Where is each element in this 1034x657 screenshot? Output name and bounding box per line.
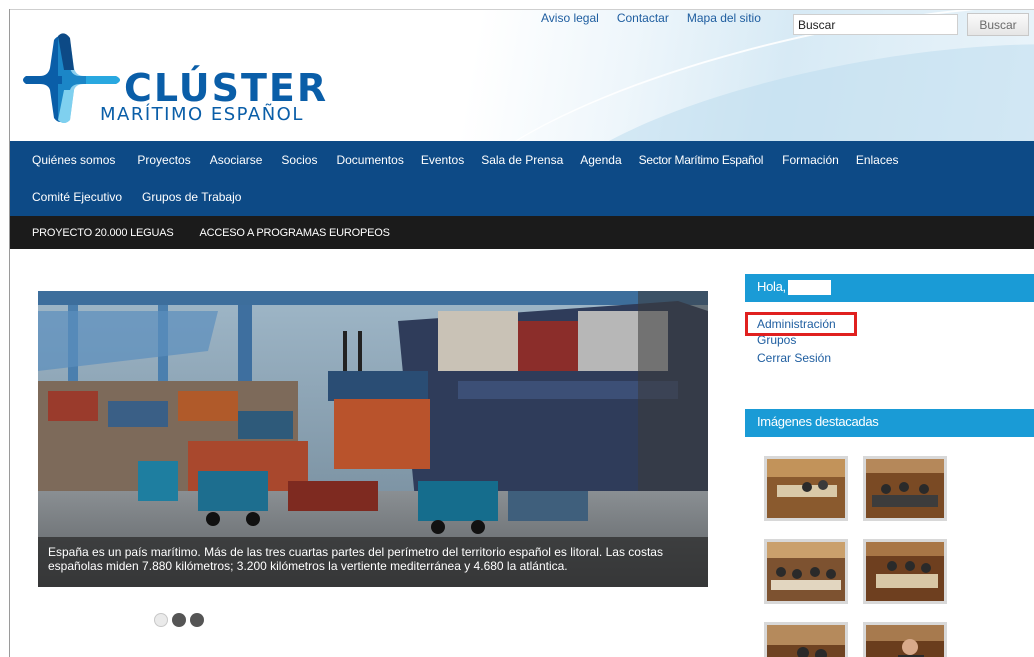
subnav-acceso-programas-europeos[interactable]: ACCESO A PROGRAMAS EUROPEOS [192,227,398,239]
site-header: CLÚSTER MARÍTIMO ESPAÑOL Aviso legal Con… [10,10,1034,141]
logo-subtitle: MARÍTIMO ESPAÑOL [100,104,304,125]
meeting-photo-image [767,625,845,657]
slider-pagination [154,613,204,627]
nav-sala-de-prensa[interactable]: Sala de Prensa [473,153,571,167]
nav-agenda[interactable]: Agenda [572,153,629,167]
nav-formacion[interactable]: Formación [774,153,847,167]
page: CLÚSTER MARÍTIMO ESPAÑOL Aviso legal Con… [10,10,1034,657]
slider-dot-2[interactable] [172,613,186,627]
meeting-photo-image [767,459,845,518]
image-slider[interactable]: España es un país marítimo. Más de las t… [38,291,708,587]
slider-dot-3[interactable] [190,613,204,627]
gallery-thumbnail[interactable] [863,622,947,657]
search-button[interactable]: Buscar [967,13,1029,36]
meeting-photo-image [866,459,944,518]
gallery-widget-header: Imágenes destacadas [745,409,1034,437]
user-widget-header: Hola, [745,274,1034,302]
gallery-widget-title: Imágenes destacadas [757,414,879,429]
nav-proyectos[interactable]: Proyectos [129,153,198,167]
search-input[interactable] [793,14,958,35]
gallery-thumbnail[interactable] [863,539,947,604]
meeting-photo-image [866,542,944,601]
secondary-navigation: PROYECTO 20.000 LEGUAS ACCESO A PROGRAMA… [10,216,1034,249]
main-nav-row-2: Comité Ejecutivo Grupos de Trabajo [10,178,1034,215]
top-link-mapa-del-sitio[interactable]: Mapa del sitio [678,11,770,25]
top-links: Aviso legal Contactar Mapa del sitio [532,11,770,25]
meeting-photo-image [866,625,944,657]
main-navigation: Quiénes somos Proyectos Asociarse Socios… [10,141,1034,216]
site-logo[interactable]: CLÚSTER MARÍTIMO ESPAÑOL [20,30,360,135]
nav-documentos[interactable]: Documentos [328,153,411,167]
gallery-thumbnail[interactable] [764,622,848,657]
gallery-thumbnail[interactable] [764,456,848,521]
user-link-cerrar-sesion[interactable]: Cerrar Sesión [757,349,836,367]
user-greeting: Hola, [757,279,786,294]
top-link-aviso-legal[interactable]: Aviso legal [532,11,608,25]
nav-eventos[interactable]: Eventos [413,153,472,167]
main-nav-row-1: Quiénes somos Proyectos Asociarse Socios… [10,141,1034,178]
administracion-highlight-box [745,312,857,336]
nav-asociarse[interactable]: Asociarse [202,153,271,167]
meeting-photo-image [767,542,845,601]
slider-dot-1[interactable] [154,613,168,627]
subnav-proyecto-20000-leguas[interactable]: PROYECTO 20.000 LEGUAS [24,227,182,239]
gallery-thumbnail[interactable] [764,539,848,604]
nav-quienes-somos[interactable]: Quiénes somos [24,153,123,167]
nav-comite-ejecutivo[interactable]: Comité Ejecutivo [24,190,130,204]
redacted-username [787,280,831,296]
nav-enlaces[interactable]: Enlaces [848,153,907,167]
nav-grupos-de-trabajo[interactable]: Grupos de Trabajo [134,190,249,204]
nav-socios[interactable]: Socios [273,153,325,167]
nav-sector-maritimo-espanol[interactable]: Sector Marítimo Español [631,153,772,167]
slide-caption: España es un país marítimo. Más de las t… [38,537,708,587]
gallery-thumbnail[interactable] [863,456,947,521]
top-link-contactar[interactable]: Contactar [608,11,678,25]
